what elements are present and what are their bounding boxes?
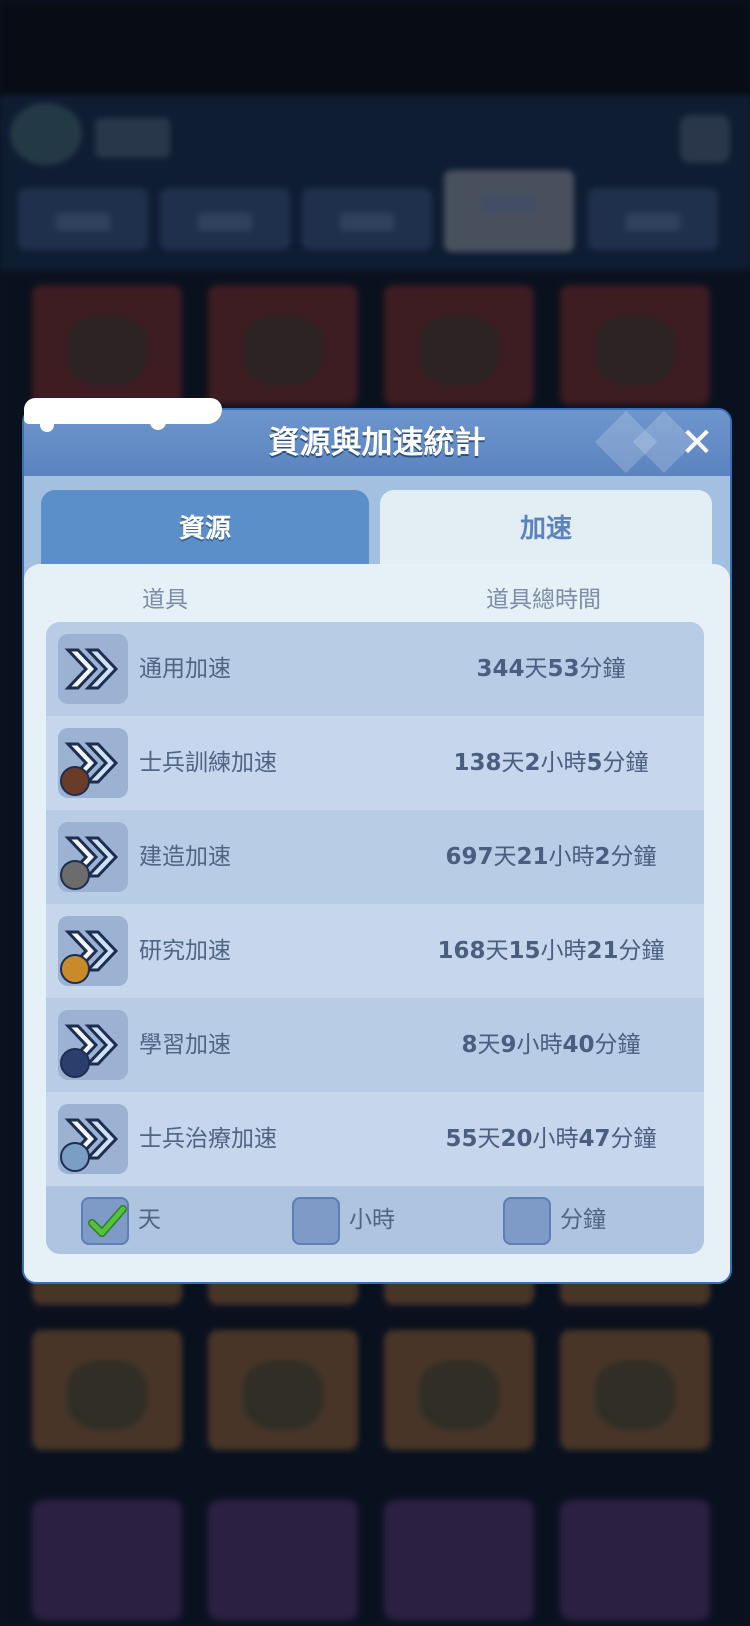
speedup-general-icon — [58, 634, 128, 704]
speedup-row: 通用加速 344天53分鐘 — [46, 622, 704, 716]
time-unit: 天 — [524, 656, 548, 682]
speedup-row-label: 研究加速 — [139, 938, 231, 964]
time-unit: 天 — [493, 844, 517, 870]
speedup-row: 建造加速 697天21小時2分鐘 — [46, 810, 704, 904]
speedup-row-total-time: 138天2小時5分鐘 — [406, 716, 696, 810]
column-header-total-time: 道具總時間 — [486, 587, 601, 613]
speedup-list: 通用加速 344天53分鐘 士兵訓練加速 138天2小時5分鐘 建造加速 697天21小時… — [46, 622, 704, 1254]
time-unit: 分鐘 — [618, 938, 665, 964]
time-value: 20 — [500, 1126, 533, 1152]
time-unit: 分鐘 — [579, 656, 626, 682]
speedup-healing-icon — [58, 1104, 128, 1174]
time-unit: 分鐘 — [610, 1126, 657, 1152]
time-value: 21 — [586, 938, 619, 964]
speedup-row: 研究加速 168天15小時21分鐘 — [46, 904, 704, 998]
unit-checkbox-day[interactable] — [81, 1197, 129, 1245]
time-value: 344 — [476, 656, 525, 682]
close-icon: ✕ — [680, 420, 714, 466]
speedup-row-label: 通用加速 — [139, 656, 231, 682]
time-value: 15 — [508, 938, 541, 964]
unit-label-hour: 小時 — [349, 1207, 395, 1233]
speedup-healing-badge-icon — [60, 1142, 90, 1172]
unit-selector: 天 小時 分鐘 — [46, 1187, 704, 1254]
column-header-item: 道具 — [142, 587, 188, 613]
time-value: 5 — [586, 750, 603, 776]
close-button[interactable]: ✕ — [672, 418, 722, 468]
speedup-row: 士兵訓練加速 138天2小時5分鐘 — [46, 716, 704, 810]
tab-speedups-label: 加速 — [519, 514, 572, 544]
time-value: 2 — [524, 750, 541, 776]
time-value: 21 — [516, 844, 549, 870]
speedup-row-total-time: 168天15小時21分鐘 — [406, 904, 696, 998]
time-value: 40 — [562, 1032, 595, 1058]
speedup-row-total-time: 344天53分鐘 — [406, 622, 696, 716]
snow-decoration — [40, 418, 54, 432]
time-unit: 天 — [477, 1032, 501, 1058]
time-unit: 分鐘 — [610, 844, 657, 870]
time-value: 53 — [547, 656, 580, 682]
speedup-research-icon — [58, 916, 128, 986]
speedup-row-total-time: 55天20小時47分鐘 — [406, 1092, 696, 1186]
time-unit: 小時 — [532, 1126, 579, 1152]
time-unit: 小時 — [548, 844, 595, 870]
time-value: 168 — [437, 938, 486, 964]
stats-dialog: 資源與加速統計 ✕ 資源 加速 道具 道具總時間 通用加速 344天53分鐘 士兵訓… — [22, 408, 732, 1284]
time-value: 47 — [578, 1126, 611, 1152]
speedup-row-total-time: 8天9小時40分鐘 — [406, 998, 696, 1092]
time-value: 55 — [445, 1126, 478, 1152]
speedup-learning-badge-icon — [60, 1048, 90, 1078]
unit-label-minute: 分鐘 — [560, 1207, 606, 1233]
speedup-panel: 道具 道具總時間 通用加速 344天53分鐘 士兵訓練加速 138天2小時5分鐘 建造加… — [24, 564, 730, 1282]
speedup-learning-icon — [58, 1010, 128, 1080]
time-value: 9 — [500, 1032, 517, 1058]
speedup-training-icon — [58, 728, 128, 798]
tab-resources-label: 資源 — [178, 514, 231, 544]
time-value: 8 — [461, 1032, 478, 1058]
speedup-row-label: 建造加速 — [139, 844, 231, 870]
speedup-row: 學習加速 8天9小時40分鐘 — [46, 998, 704, 1092]
unit-checkbox-hour[interactable] — [292, 1197, 340, 1245]
speedup-building-badge-icon — [60, 860, 90, 890]
time-value: 2 — [594, 844, 611, 870]
speedup-row-total-time: 697天21小時2分鐘 — [406, 810, 696, 904]
speedup-row-label: 士兵訓練加速 — [139, 750, 277, 776]
speedup-training-badge-icon — [60, 766, 90, 796]
time-unit: 天 — [501, 750, 525, 776]
speedup-research-badge-icon — [60, 954, 90, 984]
speedup-row-label: 士兵治療加速 — [139, 1126, 277, 1152]
time-unit: 小時 — [516, 1032, 563, 1058]
speedup-row-label: 學習加速 — [139, 1032, 231, 1058]
time-unit: 小時 — [540, 938, 587, 964]
time-unit: 分鐘 — [594, 1032, 641, 1058]
time-unit: 分鐘 — [602, 750, 649, 776]
checkmark-icon — [88, 1205, 127, 1237]
time-unit: 天 — [477, 1126, 501, 1152]
unit-checkbox-minute[interactable] — [503, 1197, 551, 1245]
time-unit: 小時 — [540, 750, 587, 776]
time-value: 138 — [453, 750, 502, 776]
speedup-building-icon — [58, 822, 128, 892]
unit-label-day: 天 — [138, 1207, 161, 1233]
speedup-row: 士兵治療加速 55天20小時47分鐘 — [46, 1092, 704, 1186]
time-value: 697 — [445, 844, 494, 870]
time-unit: 天 — [485, 938, 509, 964]
